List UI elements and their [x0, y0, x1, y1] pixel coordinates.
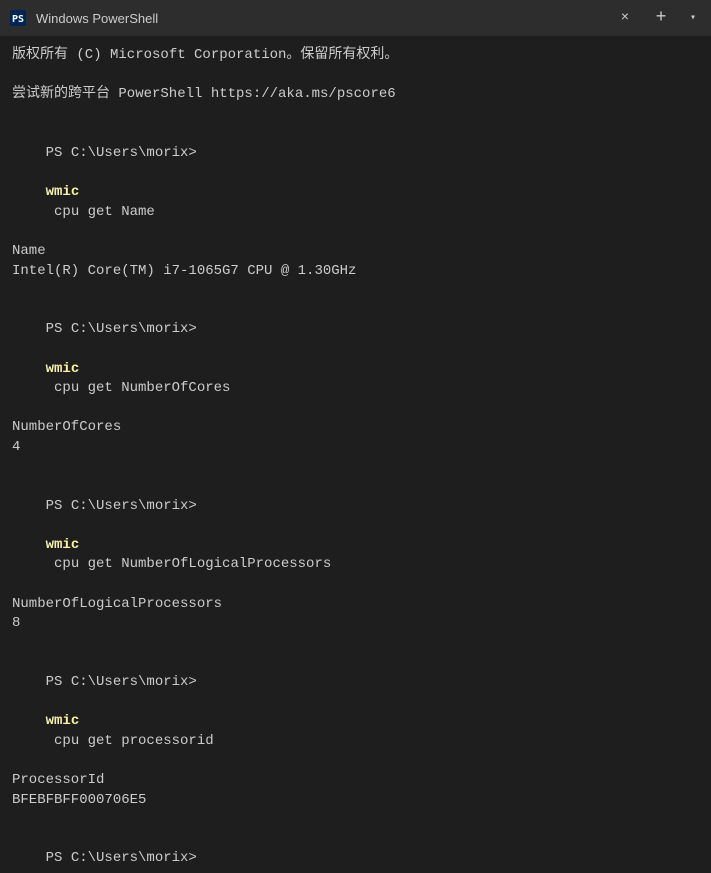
command-rest-1: cpu get Name	[46, 204, 155, 220]
wmic-keyword-1: wmic	[46, 184, 80, 200]
wmic-keyword-3: wmic	[46, 537, 80, 553]
command-rest-3: cpu get NumberOfLogicalProcessors	[46, 556, 332, 572]
output-2a: NumberOfCores	[12, 418, 699, 438]
command-line-3: PS C:\Users\morix> wmic cpu get NumberOf…	[12, 477, 699, 595]
prompt-1: PS C:\Users\morix>	[46, 145, 197, 161]
svg-text:PS: PS	[12, 14, 24, 25]
prompt-5: PS C:\Users\morix>	[46, 850, 197, 866]
wmic-keyword-2: wmic	[46, 361, 80, 377]
intro-line-3: 尝试新的跨平台 PowerShell https://aka.ms/pscore…	[12, 85, 699, 105]
command-line-2: PS C:\Users\morix> wmic cpu get NumberOf…	[12, 301, 699, 419]
intro-line-1: 版权所有 (C) Microsoft Corporation。保留所有权利。	[12, 46, 699, 66]
space-3	[46, 517, 54, 533]
intro-blank-2	[12, 105, 699, 125]
command-line-5: PS C:\Users\morix> wmic baseboard get se…	[12, 830, 699, 873]
command-rest-2: cpu get NumberOfCores	[46, 380, 231, 396]
command-line-1: PS C:\Users\morix> wmic cpu get Name	[12, 124, 699, 242]
blank-3	[12, 634, 699, 654]
space-4	[46, 694, 54, 710]
command-line-4: PS C:\Users\morix> wmic cpu get processo…	[12, 653, 699, 771]
output-4a: ProcessorId	[12, 771, 699, 791]
output-4b: BFEBFBFF000706E5	[12, 791, 699, 811]
output-1a: Name	[12, 242, 699, 262]
wmic-keyword-4: wmic	[46, 713, 80, 729]
space-2	[46, 341, 54, 357]
title-bar: PS Windows PowerShell × + ▾	[0, 0, 711, 36]
blank-1	[12, 281, 699, 301]
dropdown-button[interactable]: ▾	[683, 4, 703, 32]
close-button[interactable]: ×	[611, 4, 639, 32]
prompt-4: PS C:\Users\morix>	[46, 674, 197, 690]
output-3a: NumberOfLogicalProcessors	[12, 595, 699, 615]
add-tab-button[interactable]: +	[647, 4, 675, 32]
blank-2	[12, 457, 699, 477]
prompt-2: PS C:\Users\morix>	[46, 321, 197, 337]
title-bar-title: Windows PowerShell	[36, 11, 603, 26]
output-1b: Intel(R) Core(TM) i7-1065G7 CPU @ 1.30GH…	[12, 262, 699, 282]
command-rest-4: cpu get processorid	[46, 733, 214, 749]
output-2b: 4	[12, 438, 699, 458]
blank-4	[12, 810, 699, 830]
prompt-3: PS C:\Users\morix>	[46, 498, 197, 514]
output-3b: 8	[12, 614, 699, 634]
intro-blank	[12, 66, 699, 86]
terminal-body: 版权所有 (C) Microsoft Corporation。保留所有权利。 尝…	[0, 36, 711, 873]
space-1	[46, 165, 54, 181]
powershell-icon: PS	[8, 8, 28, 28]
